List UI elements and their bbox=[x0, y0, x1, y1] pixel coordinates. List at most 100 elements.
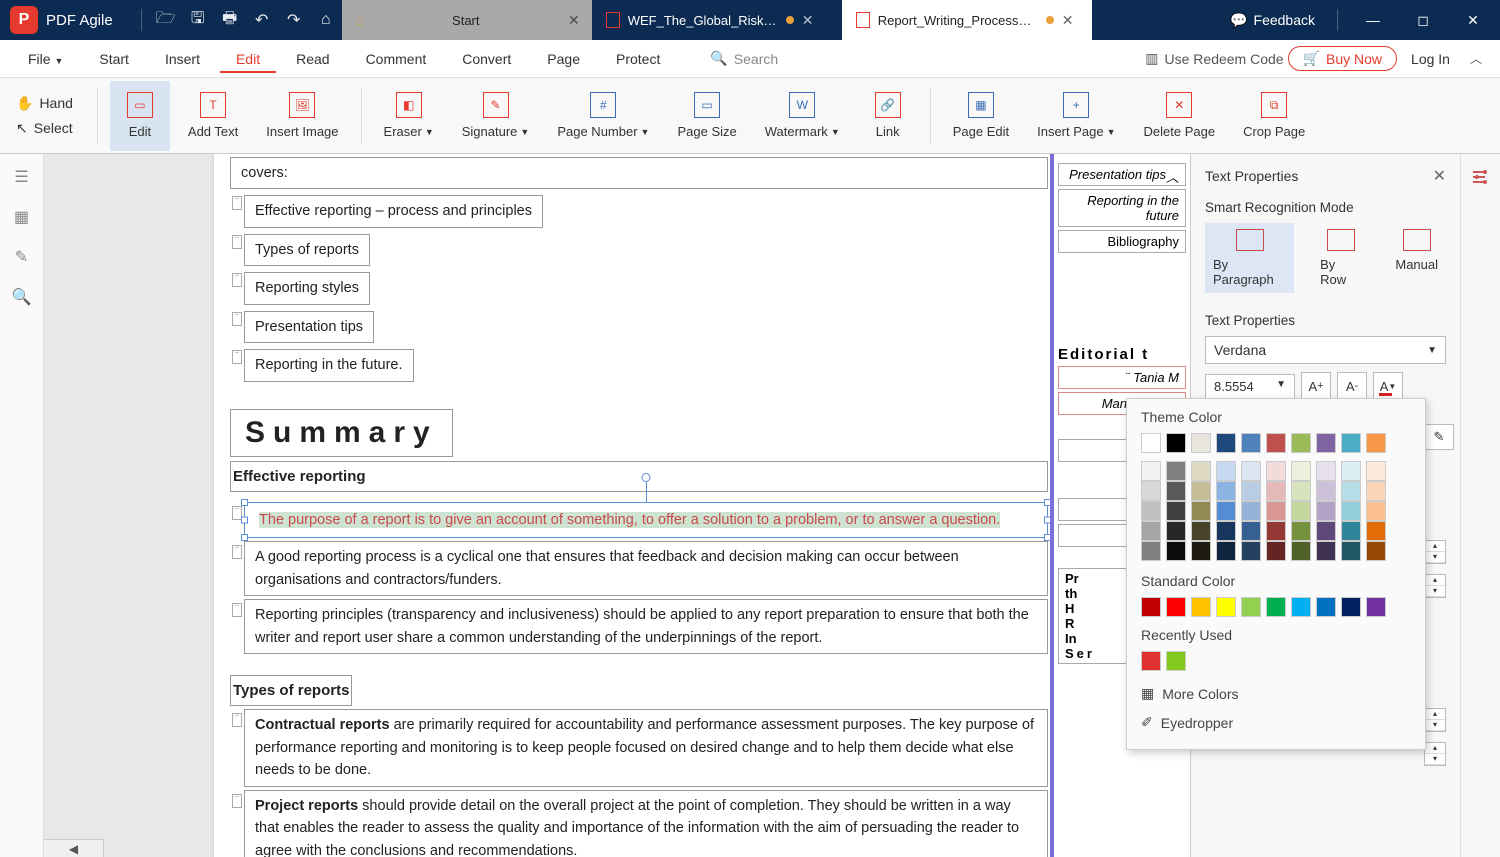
color-swatch[interactable] bbox=[1166, 461, 1186, 481]
eraser-tool[interactable]: ◧Eraser ▼ bbox=[374, 81, 444, 151]
thumbnails-icon[interactable]: ▦ bbox=[12, 208, 32, 226]
close-icon[interactable]: ✕ bbox=[568, 12, 580, 29]
decrease-size-button[interactable]: A- bbox=[1337, 372, 1367, 400]
close-icon[interactable]: ✕ bbox=[802, 12, 814, 29]
color-swatch[interactable] bbox=[1216, 461, 1236, 481]
color-swatch[interactable] bbox=[1216, 521, 1236, 541]
color-swatch[interactable] bbox=[1191, 597, 1211, 617]
color-swatch[interactable] bbox=[1366, 501, 1386, 521]
menu-protect[interactable]: Protect bbox=[600, 45, 676, 73]
link-tool[interactable]: 🔗Link bbox=[858, 81, 918, 151]
spinner[interactable]: ▴▾ bbox=[1424, 708, 1446, 732]
home-icon[interactable]: ⌂ bbox=[310, 4, 342, 36]
minimize-button[interactable]: — bbox=[1350, 0, 1396, 40]
color-swatch[interactable] bbox=[1316, 501, 1336, 521]
spinner[interactable]: ▴▾ bbox=[1424, 574, 1446, 598]
redeem-button[interactable]: ▥ Use Redeem Code bbox=[1145, 50, 1283, 67]
color-swatch[interactable] bbox=[1341, 597, 1361, 617]
color-swatch[interactable] bbox=[1216, 541, 1236, 561]
menu-comment[interactable]: Comment bbox=[350, 45, 443, 73]
color-swatch[interactable] bbox=[1141, 541, 1161, 561]
color-swatch[interactable] bbox=[1166, 501, 1186, 521]
toc-item[interactable]: Presentation tips ︿ bbox=[1058, 163, 1186, 186]
mode-by-row[interactable]: By Row bbox=[1312, 223, 1369, 293]
color-swatch[interactable] bbox=[1266, 521, 1286, 541]
mode-manual[interactable]: Manual bbox=[1387, 223, 1446, 293]
close-button[interactable]: ✕ bbox=[1450, 0, 1496, 40]
menu-start[interactable]: Start bbox=[83, 45, 145, 73]
color-swatch[interactable] bbox=[1191, 541, 1211, 561]
toc-item[interactable]: Reporting in the future bbox=[1058, 189, 1186, 227]
color-swatch[interactable] bbox=[1341, 481, 1361, 501]
color-swatch[interactable] bbox=[1341, 433, 1361, 453]
menu-read[interactable]: Read bbox=[280, 45, 345, 73]
color-swatch[interactable] bbox=[1166, 481, 1186, 501]
resize-handle[interactable] bbox=[241, 517, 248, 524]
color-swatch[interactable] bbox=[1191, 521, 1211, 541]
page-number-tool[interactable]: #Page Number▼ bbox=[547, 81, 659, 151]
toc-item[interactable]: Bibliography bbox=[1058, 230, 1186, 253]
search-panel-icon[interactable]: 🔍 bbox=[12, 288, 32, 306]
more-colors-button[interactable]: ▦More Colors bbox=[1141, 679, 1411, 708]
bullet-item[interactable]: Presentation tips bbox=[244, 311, 374, 343]
color-swatch[interactable] bbox=[1216, 433, 1236, 453]
undo-icon[interactable]: ↶ bbox=[246, 4, 278, 36]
maximize-button[interactable]: ◻ bbox=[1400, 0, 1446, 40]
crop-page-tool[interactable]: ⧉Crop Page bbox=[1233, 81, 1315, 151]
color-swatch[interactable] bbox=[1266, 597, 1286, 617]
color-swatch[interactable] bbox=[1316, 433, 1336, 453]
document-area[interactable]: covers: ¨Effective reporting – process a… bbox=[44, 154, 1190, 857]
resize-handle[interactable] bbox=[241, 499, 248, 506]
menu-page[interactable]: Page bbox=[531, 45, 596, 73]
color-swatch[interactable] bbox=[1241, 501, 1261, 521]
menu-insert[interactable]: Insert bbox=[149, 45, 216, 73]
tab-start[interactable]: ⌂ Start ✕ bbox=[342, 0, 592, 40]
bullet-item[interactable]: Reporting styles bbox=[244, 272, 370, 304]
font-select[interactable]: Verdana▼ bbox=[1205, 336, 1446, 364]
color-swatch[interactable] bbox=[1366, 461, 1386, 481]
spinner[interactable]: ▴▾ bbox=[1424, 540, 1446, 564]
color-swatch[interactable] bbox=[1141, 461, 1161, 481]
tab-file1[interactable]: WEF_The_Global_Risks_Repo... ✕ bbox=[592, 0, 842, 40]
color-swatch[interactable] bbox=[1291, 541, 1311, 561]
color-swatch[interactable] bbox=[1216, 597, 1236, 617]
color-swatch[interactable] bbox=[1341, 541, 1361, 561]
color-swatch[interactable] bbox=[1366, 541, 1386, 561]
selected-text[interactable]: The purpose of a report is to give an ac… bbox=[259, 512, 1000, 528]
color-swatch[interactable] bbox=[1241, 461, 1261, 481]
menu-file[interactable]: File ▼ bbox=[12, 45, 79, 73]
color-swatch[interactable] bbox=[1241, 433, 1261, 453]
text-block[interactable]: A good reporting process is a cyclical o… bbox=[244, 541, 1048, 596]
insert-image-tool[interactable]: 🖼Insert Image bbox=[256, 81, 348, 151]
color-swatch[interactable] bbox=[1316, 597, 1336, 617]
color-swatch[interactable] bbox=[1266, 501, 1286, 521]
color-swatch[interactable] bbox=[1341, 501, 1361, 521]
annotations-icon[interactable]: ✎ bbox=[12, 248, 32, 266]
color-swatch[interactable] bbox=[1241, 521, 1261, 541]
selected-text-block[interactable]: The purpose of a report is to give an ac… bbox=[244, 502, 1048, 538]
color-swatch[interactable] bbox=[1216, 481, 1236, 501]
color-swatch[interactable] bbox=[1341, 521, 1361, 541]
bullet-item[interactable]: Effective reporting – process and princi… bbox=[244, 195, 543, 227]
color-swatch[interactable] bbox=[1291, 597, 1311, 617]
color-swatch[interactable] bbox=[1241, 481, 1261, 501]
outline-icon[interactable]: ☰ bbox=[12, 168, 32, 186]
color-swatch[interactable] bbox=[1366, 597, 1386, 617]
color-swatch[interactable] bbox=[1266, 433, 1286, 453]
color-swatch[interactable] bbox=[1366, 433, 1386, 453]
collapse-ribbon-button[interactable]: ︿ bbox=[1464, 50, 1488, 67]
eyedropper-button[interactable]: ✐Eyedropper bbox=[1141, 708, 1411, 737]
color-swatch[interactable] bbox=[1166, 651, 1186, 671]
color-swatch[interactable] bbox=[1191, 481, 1211, 501]
color-swatch[interactable] bbox=[1291, 461, 1311, 481]
heading-summary[interactable]: Summary bbox=[230, 409, 453, 457]
close-icon[interactable]: ✕ bbox=[1062, 12, 1074, 29]
close-panel-icon[interactable]: ✕ bbox=[1433, 166, 1446, 186]
color-swatch[interactable] bbox=[1141, 521, 1161, 541]
color-swatch[interactable] bbox=[1166, 521, 1186, 541]
login-button[interactable]: Log In bbox=[1401, 51, 1460, 67]
feedback-button[interactable]: 💬 Feedback bbox=[1220, 12, 1325, 29]
color-swatch[interactable] bbox=[1141, 501, 1161, 521]
bullet-item[interactable]: Types of reports bbox=[244, 234, 370, 266]
buy-now-button[interactable]: 🛒 Buy Now bbox=[1288, 46, 1397, 71]
